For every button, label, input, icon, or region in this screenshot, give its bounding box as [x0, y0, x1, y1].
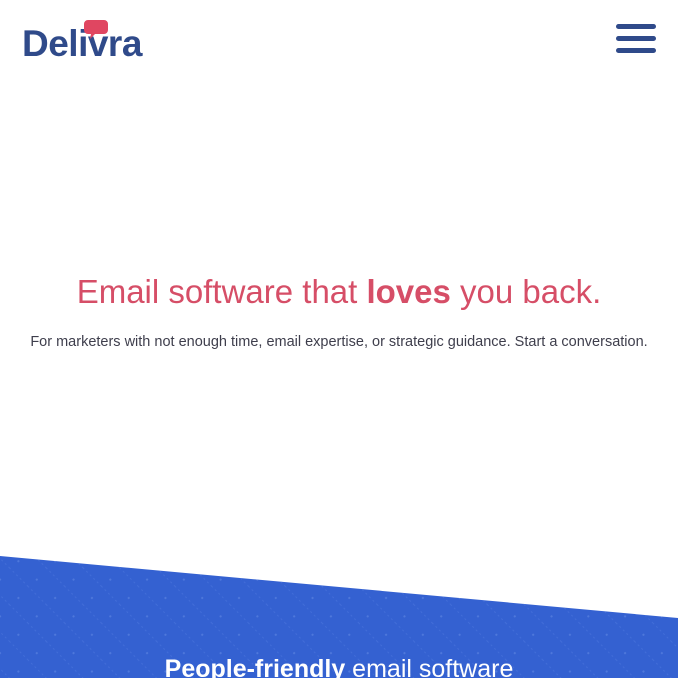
feature-band-title: People-friendly email software [0, 652, 678, 686]
hamburger-line [616, 48, 656, 53]
hamburger-menu-button[interactable] [616, 24, 656, 54]
headline-text-end: you back. [450, 273, 602, 310]
speech-bubble-icon [84, 20, 108, 39]
site-header: Delivra [0, 0, 678, 90]
band-title-emphasis: People-friendly [164, 655, 346, 683]
hamburger-line [616, 36, 656, 41]
logo-wordmark: Delivra [22, 23, 142, 64]
hamburger-line [616, 24, 656, 29]
headline-text: Email software that [76, 273, 367, 310]
hero-subtext: For marketers with not enough time, emai… [30, 334, 648, 350]
hero-headline: Email software that loves you back. [0, 260, 678, 324]
hero-section: Email software that loves you back. For … [0, 260, 678, 360]
headline-emphasis: loves [366, 273, 451, 310]
band-title-rest: email software [345, 655, 514, 683]
